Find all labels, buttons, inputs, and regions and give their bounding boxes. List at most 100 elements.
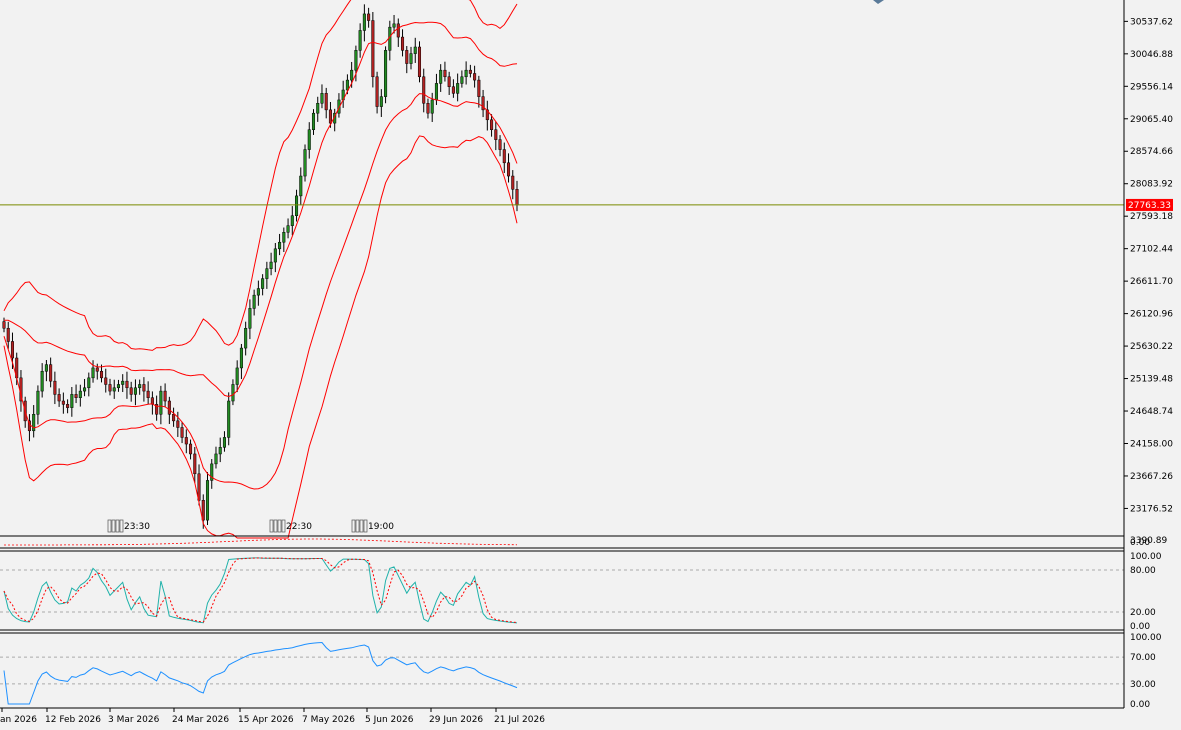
candle-body[interactable] (108, 384, 112, 392)
candle-body[interactable] (324, 93, 328, 111)
candle-body[interactable] (121, 380, 125, 385)
candle-body[interactable] (218, 447, 222, 455)
candle-body[interactable] (231, 384, 235, 402)
candle-body[interactable] (498, 139, 502, 150)
candle-body[interactable] (91, 367, 95, 379)
candle-body[interactable] (392, 23, 396, 28)
candle-body[interactable] (184, 437, 188, 445)
candle-body[interactable] (66, 404, 70, 408)
candle-body[interactable] (36, 390, 40, 415)
candle-body[interactable] (401, 36, 405, 51)
candle-body[interactable] (286, 225, 290, 233)
candle-body[interactable] (358, 30, 362, 51)
candle-body[interactable] (464, 69, 468, 78)
candle-body[interactable] (362, 13, 366, 31)
candle-body[interactable] (490, 119, 494, 130)
candle-body[interactable] (138, 384, 142, 389)
candle-body[interactable] (146, 390, 150, 398)
candle-body[interactable] (371, 20, 375, 78)
candle-body[interactable] (405, 50, 409, 64)
candle-body[interactable] (430, 99, 434, 114)
candle-body[interactable] (426, 103, 430, 114)
candle-body[interactable] (10, 341, 15, 359)
candle-body[interactable] (328, 109, 332, 124)
candle-body[interactable] (413, 46, 417, 54)
candle-body[interactable] (295, 195, 299, 216)
candle-body[interactable] (379, 96, 383, 107)
candle-body[interactable] (384, 50, 388, 97)
candle-body[interactable] (502, 149, 506, 164)
candle-body[interactable] (49, 364, 53, 382)
candle-body[interactable] (235, 367, 239, 385)
candle-body[interactable] (129, 387, 133, 395)
candle-body[interactable] (252, 294, 256, 309)
candle-body[interactable] (125, 380, 129, 389)
candle-body[interactable] (176, 420, 180, 428)
candle-body[interactable] (311, 112, 316, 130)
candle-body[interactable] (447, 76, 451, 87)
candle-body[interactable] (83, 387, 87, 392)
candle-body[interactable] (316, 103, 320, 114)
candle-body[interactable] (74, 394, 78, 398)
trading-chart[interactable]: 23:30 22:30 19:00 30537.62 30046.88 29556.14… (0, 0, 1181, 730)
candle-body[interactable] (354, 50, 358, 71)
candle-body[interactable] (350, 69, 354, 81)
candle-body[interactable] (112, 387, 116, 392)
candle-body[interactable] (205, 480, 210, 521)
candle-body[interactable] (142, 384, 146, 392)
candle-body[interactable] (320, 93, 324, 104)
candle-body[interactable] (443, 69, 447, 78)
candle-body[interactable] (78, 390, 82, 398)
candle-body[interactable] (53, 380, 57, 395)
candle-body[interactable] (299, 175, 303, 197)
candle-body[interactable] (99, 370, 104, 379)
candle-body[interactable] (57, 394, 61, 402)
candle-body[interactable] (278, 241, 282, 250)
candle-body[interactable] (460, 76, 464, 84)
candle-body[interactable] (95, 367, 99, 372)
candle-body[interactable] (409, 53, 413, 64)
candle-body[interactable] (116, 384, 120, 389)
candle-body[interactable] (456, 83, 460, 94)
candle-body[interactable] (303, 149, 307, 177)
candle-body[interactable] (40, 370, 44, 392)
candle-body[interactable] (222, 437, 226, 448)
candle-body[interactable] (2, 321, 6, 329)
candle-body[interactable] (282, 232, 286, 243)
candle-body[interactable] (61, 400, 65, 405)
candle-body[interactable] (434, 83, 438, 101)
candle-body[interactable] (422, 76, 426, 104)
candle-body[interactable] (227, 400, 231, 438)
candle-body[interactable] (70, 394, 74, 408)
candle-body[interactable] (345, 79, 349, 91)
candle-body[interactable] (180, 427, 184, 438)
candle-body[interactable] (189, 443, 193, 455)
candle-body[interactable] (163, 390, 167, 402)
candle-body[interactable] (214, 453, 218, 465)
candle-body[interactable] (248, 308, 252, 329)
candle-body[interactable] (273, 248, 277, 263)
candle-body[interactable] (375, 76, 379, 107)
candle-body[interactable] (172, 413, 176, 422)
candle-body[interactable] (133, 387, 137, 395)
candle-body[interactable] (44, 364, 48, 372)
candle-body[interactable] (265, 268, 269, 279)
candle-body[interactable] (239, 347, 243, 369)
candle-body[interactable] (167, 400, 171, 415)
candle-body[interactable] (468, 69, 472, 74)
candle-body[interactable] (307, 129, 311, 150)
candle-body[interactable] (87, 377, 91, 389)
candle-body[interactable] (511, 175, 515, 190)
candle-body[interactable] (104, 377, 108, 385)
candle-body[interactable] (506, 162, 511, 177)
candle-body[interactable] (477, 79, 481, 97)
candle-body[interactable] (396, 23, 400, 38)
candle-body[interactable] (290, 215, 294, 226)
candle-body[interactable] (367, 13, 371, 21)
candle-body[interactable] (244, 327, 248, 349)
candle-body[interactable] (515, 189, 519, 206)
candle-body[interactable] (261, 278, 265, 289)
candle-body[interactable] (256, 288, 260, 296)
candle-body[interactable] (269, 261, 273, 269)
candle-body[interactable] (439, 69, 443, 84)
